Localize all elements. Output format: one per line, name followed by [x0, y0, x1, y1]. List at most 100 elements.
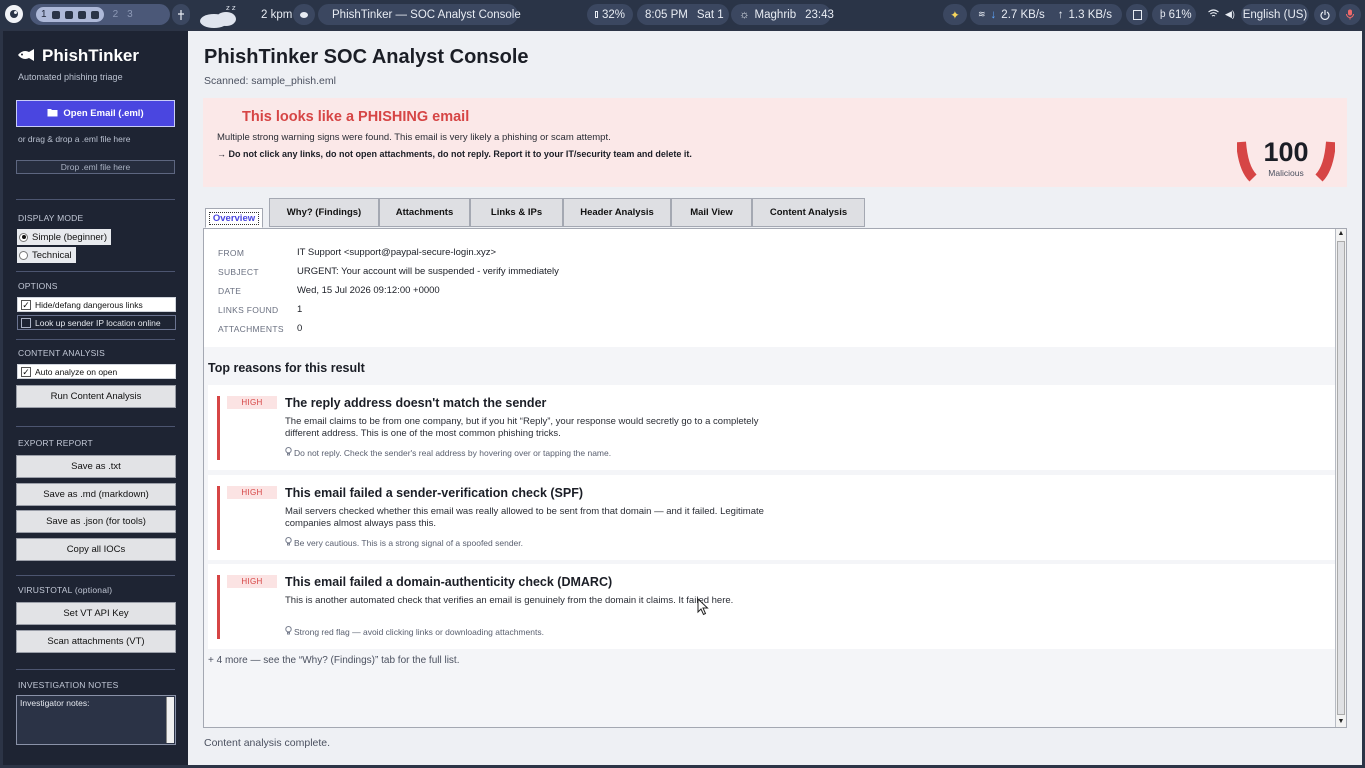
severity-badge: HIGH — [227, 396, 277, 409]
system-top-bar: 1 2 3 z z 2 kpm PhishTinker — SOC Analys… — [0, 0, 1365, 29]
reason-description: The email claims to be from one company,… — [285, 416, 759, 439]
reason-tip: Strong red flag — avoid clicking links o… — [285, 626, 544, 637]
risk-label: Malicious — [1268, 168, 1304, 178]
from-label: FROM — [218, 248, 245, 258]
clipboard-icon[interactable] — [1126, 4, 1148, 25]
lightbulb-icon — [285, 447, 292, 458]
auto-analyze-checkbox[interactable]: ✓ Auto analyze on open — [17, 364, 176, 379]
virustotal-heading: VIRUSTOTAL (optional) — [18, 585, 113, 595]
date-value: Wed, 15 Jul 2026 09:12:00 +0000 — [297, 285, 440, 296]
overview-panel: FROM IT Support <support@paypal-secure-l… — [203, 228, 1347, 728]
save-md-button[interactable]: Save as .md (markdown) — [16, 483, 176, 506]
reason-card: HIGH The reply address doesn't match the… — [208, 385, 1335, 470]
battery-icon: ϸ — [1160, 9, 1166, 20]
wifi-small-icon: ≋ — [978, 9, 986, 19]
battery-indicator[interactable]: ϸ 61% — [1152, 4, 1196, 25]
tab-content-analysis[interactable]: Content Analysis — [752, 198, 865, 227]
scan-attachments-vt-button[interactable]: Scan attachments (VT) — [16, 630, 176, 653]
wifi-icon[interactable] — [1208, 8, 1219, 21]
quick-settings[interactable]: ◀) — [1200, 4, 1238, 25]
mode-technical-radio[interactable]: Technical — [17, 247, 76, 263]
attachments-value: 0 — [297, 323, 303, 334]
reason-title: This email failed a sender-verification … — [285, 486, 584, 500]
scanned-file: Scanned: sample_phish.eml — [204, 75, 336, 87]
set-vt-key-button[interactable]: Set VT API Key — [16, 602, 176, 625]
verdict-action: → Do not click any links, do not open at… — [217, 149, 692, 159]
os-logo-icon[interactable] — [5, 5, 23, 23]
scroll-up-icon[interactable]: ▲ — [1337, 230, 1345, 238]
sparkle-icon[interactable]: ✦ — [943, 4, 967, 25]
scroll-down-icon[interactable]: ▼ — [1337, 718, 1345, 726]
display-mode-heading: DISPLAY MODE — [18, 213, 84, 223]
checkmark-icon: ✓ — [21, 299, 31, 310]
tab-mail-view[interactable]: Mail View — [671, 198, 752, 227]
prayer-time-widget[interactable]: ☼ Maghrib 23:43 — [731, 4, 834, 25]
date-label: DATE — [218, 286, 242, 296]
divider — [16, 426, 175, 427]
radio-dot — [19, 250, 28, 260]
attachments-label: ATTACHMENTS — [218, 324, 284, 334]
divider — [16, 271, 175, 272]
brand-name: PhishTinker — [42, 46, 139, 65]
copy-iocs-button[interactable]: Copy all IOCs — [16, 538, 176, 561]
folder-icon — [47, 108, 58, 120]
reason-tip: Be very cautious. This is a strong signa… — [285, 537, 523, 548]
severity-bar — [217, 486, 220, 550]
cpu-usage: 32% — [587, 4, 633, 25]
network-speed: ≋ ↓ 2.7 KB/s ↑ 1.3 KB/s — [970, 4, 1122, 25]
workspace-2[interactable]: 2 — [113, 9, 119, 20]
scroll-thumb[interactable] — [1337, 241, 1345, 715]
email-summary: FROM IT Support <support@paypal-secure-l… — [204, 229, 1335, 347]
drag-hint: or drag & drop a .eml file here — [18, 134, 131, 144]
save-txt-button[interactable]: Save as .txt — [16, 455, 176, 478]
save-json-button[interactable]: Save as .json (for tools) — [16, 510, 176, 533]
workspace-3[interactable]: 3 — [127, 9, 133, 20]
severity-badge: HIGH — [227, 486, 277, 499]
subject-value: URGENT: Your account will be suspended -… — [297, 266, 559, 277]
main-content: PhishTinker SOC Analyst Console Scanned:… — [188, 31, 1362, 765]
verdict-title: This looks like a PHISHING email — [242, 109, 470, 125]
sun-icon: ☼ — [739, 8, 750, 21]
tab-header-analysis[interactable]: Header Analysis — [563, 198, 671, 227]
reason-tip: Do not reply. Check the sender's real ad… — [285, 447, 611, 458]
severity-badge: HIGH — [227, 575, 277, 588]
ip-lookup-checkbox[interactable]: Look up sender IP location online — [17, 315, 176, 330]
workspace-active[interactable]: 1 — [36, 7, 104, 22]
app-icon[interactable] — [293, 4, 315, 25]
options-heading: OPTIONS — [18, 281, 58, 291]
links-found-value: 1 — [297, 304, 303, 315]
run-content-analysis-button[interactable]: Run Content Analysis — [16, 385, 176, 408]
tab-overview[interactable]: Overview — [205, 208, 263, 228]
divider — [16, 575, 175, 576]
content-analysis-heading: CONTENT ANALYSIS — [18, 348, 105, 358]
reason-card: HIGH This email failed a domain-authenti… — [208, 564, 1335, 649]
investigation-notes-textarea[interactable]: Investigator notes: — [16, 695, 176, 745]
language-selector[interactable]: English (US) — [1241, 4, 1309, 25]
pin-icon[interactable] — [172, 4, 190, 25]
microphone-icon[interactable] — [1339, 4, 1361, 25]
workspace-switcher[interactable]: 1 2 3 — [30, 4, 170, 25]
notes-scrollbar[interactable] — [166, 697, 174, 743]
panel-scrollbar[interactable]: ▲ ▼ — [1335, 229, 1346, 727]
upload-icon: ↑ — [1057, 8, 1064, 21]
more-findings-link[interactable]: + 4 more — see the “Why? (Findings)” tab… — [208, 655, 459, 666]
eml-dropzone[interactable]: Drop .eml file here — [16, 160, 175, 174]
power-icon[interactable] — [1314, 4, 1336, 25]
tagline: Automated phishing triage — [18, 72, 123, 82]
active-window-title[interactable]: PhishTinker — SOC Analyst Console — [318, 4, 521, 25]
tab-links-ips[interactable]: Links & IPs — [470, 198, 563, 227]
download-icon: ↓ — [990, 8, 997, 21]
reason-title: The reply address doesn't match the send… — [285, 396, 547, 410]
page-title: PhishTinker SOC Analyst Console — [204, 46, 529, 68]
open-email-button[interactable]: Open Email (.eml) — [16, 100, 175, 127]
defang-links-checkbox[interactable]: ✓ Hide/defang dangerous links — [17, 297, 176, 312]
verdict-description: Multiple strong warning signs were found… — [217, 132, 611, 143]
reason-title: This email failed a domain-authenticity … — [285, 575, 613, 589]
volume-icon[interactable]: ◀) — [1225, 9, 1235, 20]
clock[interactable]: 8:05 PM Sat 1 — [637, 4, 729, 25]
from-value: IT Support <support@paypal-secure-login.… — [297, 247, 497, 258]
mode-simple-radio[interactable]: Simple (beginner) — [17, 229, 111, 245]
tab-findings[interactable]: Why? (Findings) — [269, 198, 379, 227]
divider — [16, 669, 175, 670]
tab-attachments[interactable]: Attachments — [379, 198, 470, 227]
